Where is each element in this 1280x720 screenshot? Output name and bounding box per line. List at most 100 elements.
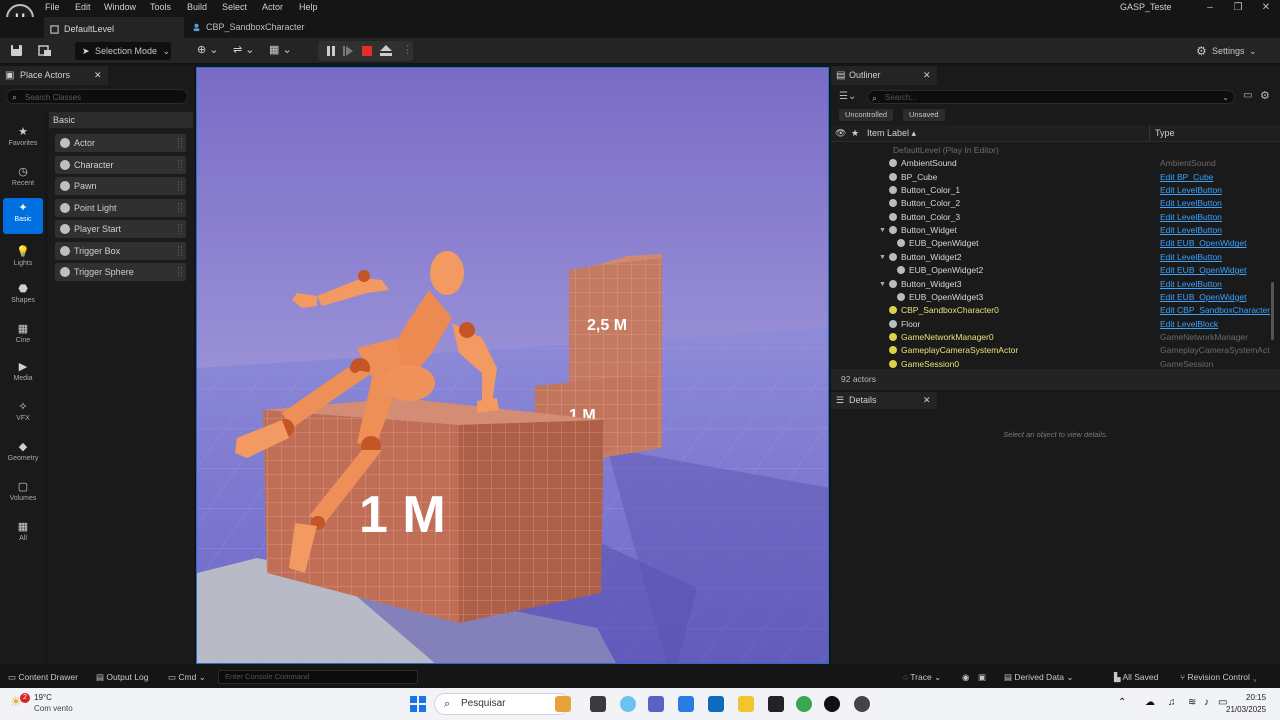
wifi-icon[interactable]: ≋	[1188, 697, 1196, 708]
details-tab[interactable]: ☰ Details ✕	[831, 392, 937, 409]
taskview-icon[interactable]	[590, 696, 606, 712]
close-icon[interactable]: ✕	[923, 66, 931, 85]
menu-actor[interactable]: Actor	[262, 2, 283, 12]
output-log-button[interactable]: ▤ Output Log	[96, 666, 148, 688]
stop-icon[interactable]	[362, 46, 372, 56]
column-item-label[interactable]: Item Label ▴	[867, 125, 916, 142]
edit-type-link[interactable]: Edit BP_Cube	[1160, 171, 1213, 184]
column-type[interactable]: Type	[1155, 125, 1175, 142]
pause-icon[interactable]	[326, 46, 336, 56]
file-explorer-icon[interactable]	[738, 696, 754, 712]
category-cine[interactable]: ▦ Cine	[3, 319, 43, 355]
derived-data-dropdown[interactable]: ▤ Derived Data ⌄	[1004, 666, 1074, 688]
add-actor-button[interactable]: ⊕ ⌄	[197, 43, 227, 59]
briefcase-icon[interactable]	[555, 696, 571, 712]
close-icon[interactable]: ✕	[94, 66, 102, 85]
maximize-icon[interactable]: ❐	[1224, 0, 1252, 16]
mic-icon[interactable]: ♫	[1168, 697, 1176, 708]
outliner-row[interactable]: Button_Color_3 Edit LevelButton	[831, 211, 1271, 224]
close-icon[interactable]: ✕	[923, 392, 931, 409]
edit-type-link[interactable]: Edit CBP_SandboxCharacter	[1160, 304, 1270, 317]
category-volumes[interactable]: ▢ Volumes	[3, 477, 43, 513]
menu-select[interactable]: Select	[222, 2, 247, 12]
outliner-row[interactable]: AmbientSound AmbientSound	[831, 157, 1271, 170]
actor-item-player-start[interactable]: Player Start	[55, 220, 186, 238]
drag-handle-icon[interactable]	[178, 159, 182, 170]
outliner-row[interactable]: ▼ Button_Widget Edit LevelButton	[831, 224, 1271, 237]
menu-build[interactable]: Build	[187, 2, 207, 12]
store-icon[interactable]	[678, 696, 694, 712]
copilot-icon[interactable]	[620, 696, 636, 712]
category-all[interactable]: ▦ All	[3, 517, 43, 553]
edit-type-link[interactable]: Edit LevelButton	[1160, 251, 1222, 264]
expand-arrow-icon[interactable]: ▼	[879, 278, 886, 291]
filter-uncontrolled[interactable]: Uncontrolled	[839, 109, 894, 121]
gear-icon[interactable]: ⚙	[1260, 89, 1270, 102]
record-icon[interactable]: ◉	[962, 666, 969, 688]
category-geometry[interactable]: ◆ Geometry	[3, 437, 43, 473]
drag-handle-icon[interactable]	[178, 138, 182, 148]
edit-type-link[interactable]: Edit LevelButton	[1160, 197, 1222, 210]
outliner-row[interactable]: DefaultLevel (Play In Editor)	[831, 144, 1271, 157]
chrome-icon[interactable]	[796, 696, 812, 712]
settings-button[interactable]: ⚙ Settings ⌄	[1196, 42, 1266, 60]
chevron-up-icon[interactable]: ⌃	[1118, 697, 1126, 708]
actor-item-trigger-sphere[interactable]: Trigger Sphere	[55, 263, 186, 281]
blueprint-menu-button[interactable]: ⇌ ⌄	[233, 43, 263, 59]
edit-type-link[interactable]: Edit LevelButton	[1160, 184, 1222, 197]
menu-file[interactable]: File	[45, 2, 60, 12]
outlook-icon[interactable]	[708, 696, 724, 712]
cinematics-button[interactable]: ▦ ⌄	[269, 43, 299, 59]
outliner-row[interactable]: EUB_OpenWidget3 Edit EUB_OpenWidget	[831, 291, 1271, 304]
drag-handle-icon[interactable]	[178, 181, 182, 191]
minimize-icon[interactable]: –	[1196, 0, 1224, 16]
outliner-search-input[interactable]: ⌕ Search... ⌄	[867, 90, 1235, 104]
edit-type-link[interactable]: Edit LevelBlock	[1160, 318, 1218, 331]
unreal-taskbar-icon[interactable]	[824, 696, 840, 712]
category-recent[interactable]: ◷ Recent	[3, 162, 43, 198]
actor-item-trigger-box[interactable]: Trigger Box	[55, 241, 186, 260]
cmd-dropdown[interactable]: ▭ Cmd ⌄	[168, 666, 206, 688]
category-basic[interactable]: ✦ Basic	[3, 198, 43, 234]
all-saved-button[interactable]: ▙ All Saved	[1114, 666, 1158, 688]
save-icon[interactable]	[10, 44, 23, 57]
actor-item-point-light[interactable]: Point Light	[55, 198, 186, 217]
expand-arrow-icon[interactable]: ▼	[879, 224, 886, 237]
content-drawer-button[interactable]: ▭ Content Drawer	[8, 666, 78, 688]
category-shapes[interactable]: ⬣ Shapes	[3, 279, 43, 315]
drag-handle-icon[interactable]	[178, 245, 182, 256]
eject-icon[interactable]	[380, 45, 392, 56]
search-classes-input[interactable]: ⌕ Search Classes	[6, 89, 188, 104]
outliner-row[interactable]: Button_Color_2 Edit LevelButton	[831, 197, 1271, 210]
volume-icon[interactable]: ♪	[1204, 697, 1209, 708]
outliner-row[interactable]: BP_Cube Edit BP_Cube	[831, 171, 1271, 184]
edit-type-link[interactable]: Edit EUB_OpenWidget	[1160, 264, 1246, 277]
eye-icon[interactable]: 👁	[835, 125, 846, 142]
outliner-scrollbar[interactable]	[1271, 282, 1274, 340]
category-lights[interactable]: 💡 Lights	[3, 242, 43, 278]
menu-window[interactable]: Window	[104, 2, 136, 12]
outliner-row[interactable]: EUB_OpenWidget2 Edit EUB_OpenWidget	[831, 264, 1271, 277]
outliner-row[interactable]: Button_Color_1 Edit LevelButton	[831, 184, 1271, 197]
actor-item-actor[interactable]: Actor	[55, 134, 186, 152]
category-vfx[interactable]: ✧ VFX	[3, 397, 43, 433]
actor-item-pawn[interactable]: Pawn	[55, 177, 186, 195]
cloud-icon[interactable]: ☁	[1145, 697, 1155, 708]
actor-item-character[interactable]: Character	[55, 155, 186, 174]
outliner-row[interactable]: GameNetworkManager0 GameNetworkManager	[831, 331, 1271, 344]
outliner-row[interactable]: GameplayCameraSystemActor GameplayCameraS…	[831, 344, 1271, 357]
tab-cbp-sandbox[interactable]: CBP_SandboxCharacter	[186, 17, 326, 38]
clock-time[interactable]: 20:15	[1246, 693, 1266, 702]
more-icon[interactable]: ⋮	[402, 43, 413, 56]
outliner-row[interactable]: ▼ Button_Widget2 Edit LevelButton	[831, 251, 1271, 264]
trace-dropdown[interactable]: ◌ Trace ⌄	[903, 666, 941, 688]
filter-unsaved[interactable]: Unsaved	[903, 109, 945, 121]
edit-type-link[interactable]: Edit LevelButton	[1160, 211, 1222, 224]
star-icon[interactable]: ★	[851, 125, 859, 142]
outliner-row[interactable]: ▼ Button_Widget3 Edit LevelButton	[831, 278, 1271, 291]
clock-date[interactable]: 21/03/2025	[1226, 705, 1266, 714]
edit-type-link[interactable]: Edit EUB_OpenWidget	[1160, 291, 1246, 304]
level-viewport[interactable]: 2,5 M 1 M 1 M	[196, 67, 829, 664]
revision-control-dropdown[interactable]: ⑂ Revision Control ⌄	[1180, 666, 1257, 688]
step-icon[interactable]	[343, 46, 353, 56]
